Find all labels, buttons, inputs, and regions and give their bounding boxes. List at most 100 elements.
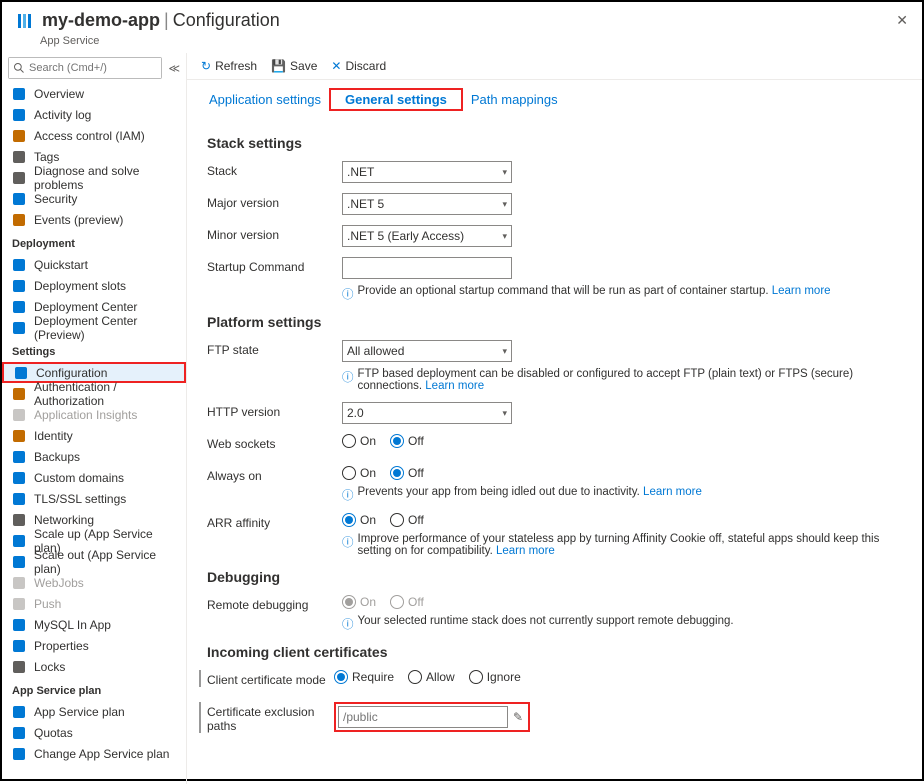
http-version-select[interactable]: 2.0▾: [342, 402, 512, 424]
nav-item-events-preview-[interactable]: Events (preview): [2, 209, 186, 230]
nav-label: MySQL In App: [34, 618, 111, 632]
nav-item-quickstart[interactable]: Quickstart: [2, 254, 186, 275]
tab-general-settings[interactable]: General settings: [337, 88, 455, 111]
search-input-wrap[interactable]: [8, 57, 162, 79]
nav-icon: [12, 387, 26, 401]
save-button[interactable]: 💾Save: [271, 59, 317, 73]
nav-item-mysql-in-app[interactable]: MySQL In App: [2, 614, 186, 635]
nav-item-change-app-service-plan[interactable]: Change App Service plan: [2, 743, 186, 764]
nav-icon: [12, 639, 26, 653]
nav-icon: [12, 321, 26, 335]
startup-learn-more[interactable]: Learn more: [772, 285, 831, 297]
main: ↻Refresh 💾Save ✕Discard Application sett…: [187, 53, 922, 784]
nav-label: Activity log: [34, 108, 91, 122]
section-stack: Stack settings: [207, 135, 902, 151]
nav-icon: [12, 129, 26, 143]
stack-select[interactable]: .NET▾: [342, 161, 512, 183]
info-icon: ⓘ: [342, 487, 354, 503]
app-icon: [16, 12, 34, 30]
sidebar: ≪ Overview Activity log Access control (IA…: [2, 53, 187, 784]
nav-item-properties[interactable]: Properties: [2, 635, 186, 656]
nav-label: Security: [34, 192, 77, 206]
nav-label: Push: [34, 597, 61, 611]
nav-icon: [12, 300, 26, 314]
ftp-learn-more[interactable]: Learn more: [425, 380, 484, 392]
info-icon: ⓘ: [342, 616, 354, 632]
nav-item-deployment-slots[interactable]: Deployment slots: [2, 275, 186, 296]
nav-icon: [14, 366, 28, 380]
certmode-ignore[interactable]: Ignore: [469, 670, 521, 684]
nav-icon: [12, 705, 26, 719]
tab-application-settings[interactable]: Application settings: [201, 88, 329, 111]
alwayson-on[interactable]: On: [342, 466, 376, 480]
nav-label: Access control (IAM): [34, 129, 145, 143]
info-icon: ⓘ: [342, 286, 354, 302]
remotedebug-on: On: [342, 595, 376, 609]
nav-group-deployment: Deployment: [2, 230, 186, 254]
alwayson-off[interactable]: Off: [390, 466, 424, 480]
nav-icon: [12, 87, 26, 101]
nav-label: Locks: [34, 660, 65, 674]
nav-item-locks[interactable]: Locks: [2, 656, 186, 677]
nav-label: Deployment Center: [34, 300, 137, 314]
nav-item-deployment-center-preview-[interactable]: Deployment Center (Preview): [2, 317, 186, 338]
nav-icon: [12, 258, 26, 272]
nav-label: Custom domains: [34, 471, 124, 485]
nav-label: Deployment slots: [34, 279, 126, 293]
nav-item-authentication-authorization[interactable]: Authentication / Authorization: [2, 383, 186, 404]
nav-item-tls-ssl-settings[interactable]: TLS/SSL settings: [2, 488, 186, 509]
nav-label: Identity: [34, 429, 73, 443]
nav-item-quotas[interactable]: Quotas: [2, 722, 186, 743]
nav-icon: [12, 576, 26, 590]
nav-item-overview[interactable]: Overview: [2, 83, 186, 104]
nav-icon: [12, 150, 26, 164]
search-input[interactable]: [9, 58, 161, 78]
nav-item-push[interactable]: Push: [2, 593, 186, 614]
section-certificates: Incoming client certificates: [207, 644, 902, 660]
alwayson-learn-more[interactable]: Learn more: [643, 486, 702, 498]
nav-icon: [12, 597, 26, 611]
nav-icon: [12, 555, 26, 569]
nav-item-app-service-plan[interactable]: App Service plan: [2, 701, 186, 722]
nav-icon: [12, 726, 26, 740]
nav-item-activity-log[interactable]: Activity log: [2, 104, 186, 125]
nav-label: TLS/SSL settings: [34, 492, 126, 506]
ftp-state-select[interactable]: All allowed▾: [342, 340, 512, 362]
nav-label: WebJobs: [34, 576, 84, 590]
tab-path-mappings[interactable]: Path mappings: [463, 88, 566, 111]
startup-command-input[interactable]: [342, 257, 512, 279]
nav-icon: [12, 534, 26, 548]
websockets-off[interactable]: Off: [390, 434, 424, 448]
edit-icon[interactable]: ✎: [510, 710, 526, 724]
nav-icon: [12, 192, 26, 206]
minor-version-select[interactable]: .NET 5 (Early Access)▾: [342, 225, 512, 247]
nav-icon: [12, 618, 26, 632]
nav-icon: [12, 171, 26, 185]
cert-exclusion-input[interactable]: [338, 706, 508, 728]
nav-label: Overview: [34, 87, 84, 101]
nav-label: Application Insights: [34, 408, 137, 422]
nav-label: Events (preview): [34, 213, 123, 227]
nav-item-access-control-iam-[interactable]: Access control (IAM): [2, 125, 186, 146]
arr-off[interactable]: Off: [390, 513, 424, 527]
collapse-sidebar-button[interactable]: ≪: [168, 62, 180, 75]
nav-item-identity[interactable]: Identity: [2, 425, 186, 446]
certmode-allow[interactable]: Allow: [408, 670, 455, 684]
arr-on[interactable]: On: [342, 513, 376, 527]
section-platform: Platform settings: [207, 314, 902, 330]
arr-learn-more[interactable]: Learn more: [496, 545, 555, 557]
certmode-require[interactable]: Require: [334, 670, 394, 684]
nav-icon: [12, 747, 26, 761]
refresh-button[interactable]: ↻Refresh: [201, 59, 257, 73]
info-icon: ⓘ: [342, 534, 354, 550]
nav-item-diagnose-and-solve-problems[interactable]: Diagnose and solve problems: [2, 167, 186, 188]
major-version-select[interactable]: .NET 5▾: [342, 193, 512, 215]
close-button[interactable]: ✕: [896, 12, 908, 29]
nav-icon: [12, 660, 26, 674]
discard-button[interactable]: ✕Discard: [331, 59, 386, 73]
nav-item-backups[interactable]: Backups: [2, 446, 186, 467]
search-icon: [13, 62, 25, 74]
websockets-on[interactable]: On: [342, 434, 376, 448]
nav-item-scale-out-app-service-plan-[interactable]: Scale out (App Service plan): [2, 551, 186, 572]
nav-item-custom-domains[interactable]: Custom domains: [2, 467, 186, 488]
